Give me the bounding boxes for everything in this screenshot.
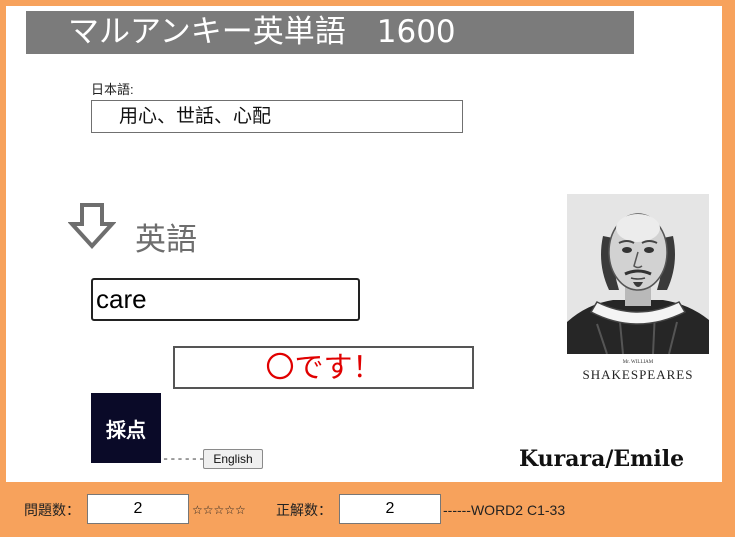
- english-heading: 英語: [135, 222, 197, 258]
- down-arrow-icon: [68, 203, 116, 249]
- question-count-field[interactable]: [87, 494, 189, 524]
- correct-count-field[interactable]: [339, 494, 441, 524]
- english-button[interactable]: English: [203, 449, 263, 469]
- shakespeare-portrait: Mr. WILLIAM SHAKESPEARES: [567, 194, 709, 386]
- correct-count-label: 正解数：: [276, 502, 332, 518]
- word-set-label: ------WORD2 C1-33: [443, 502, 566, 518]
- portrait-image: [567, 194, 709, 355]
- credit-text: Kurara/Emile: [519, 446, 685, 472]
- dash-connector: ------: [162, 452, 206, 466]
- portrait-caption-prefix: Mr. WILLIAM: [622, 360, 654, 365]
- star-rating: ☆☆☆☆☆: [192, 503, 246, 517]
- japanese-label: 日本語:: [91, 82, 134, 97]
- main-card: マルアンキー英単語 1600 日本語: 用心、世話、心配 英語 〇です！ 採点 …: [6, 6, 722, 482]
- score-button[interactable]: 採点: [91, 393, 161, 463]
- japanese-meaning-field: 用心、世話、心配: [91, 100, 463, 133]
- result-box: 〇です！: [173, 346, 474, 389]
- answer-input[interactable]: [91, 278, 360, 321]
- app-title: マルアンキー英単語 1600: [26, 11, 634, 54]
- question-count-label: 問題数：: [24, 502, 80, 518]
- portrait-caption: SHAKESPEARES: [582, 367, 694, 382]
- footer-bar: 問題数： ☆☆☆☆☆ 正解数： ------WORD2 C1-33: [0, 494, 735, 526]
